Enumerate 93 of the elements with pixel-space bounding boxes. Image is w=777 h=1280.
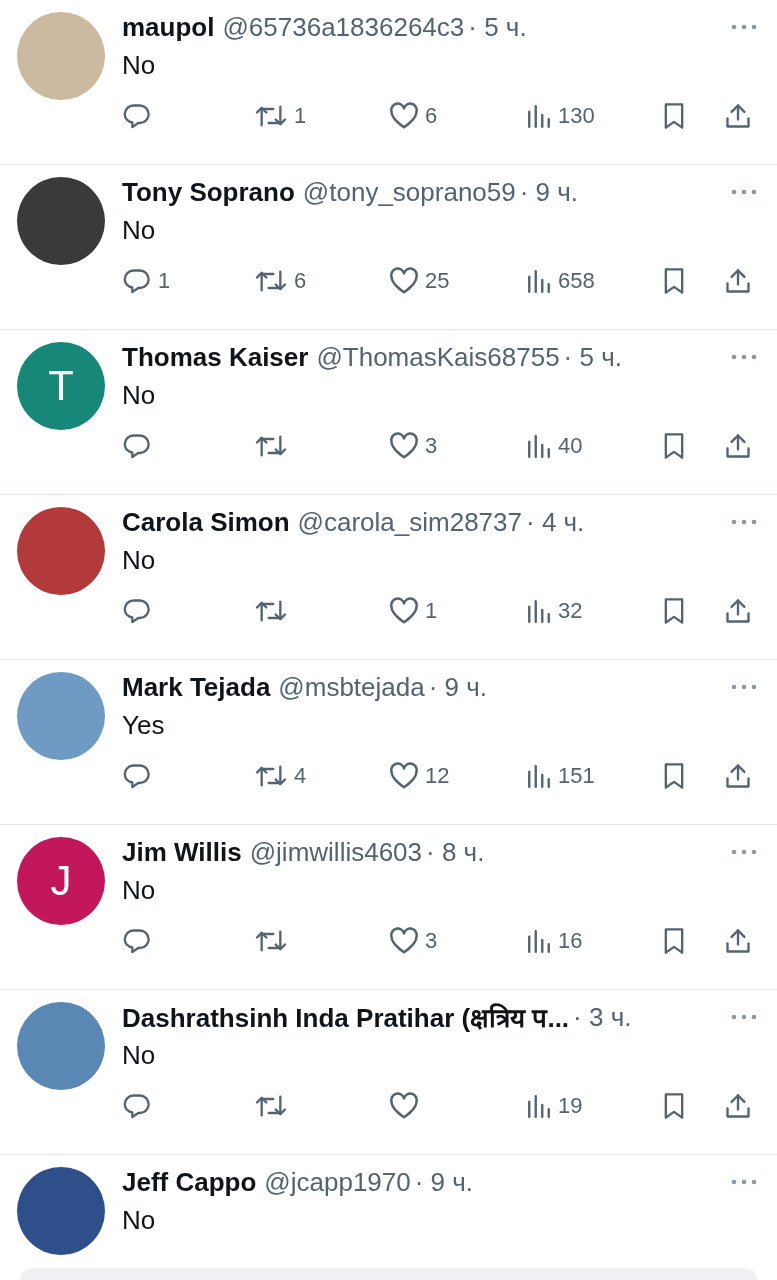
user-handle[interactable]: @65736a1836264c3	[222, 11, 465, 43]
user-handle[interactable]: @tony_soprano59	[302, 176, 516, 208]
reply-icon[interactable]	[122, 762, 152, 790]
post-time: · 9 ч.	[428, 671, 488, 703]
views-icon[interactable]	[526, 103, 552, 129]
bookmark-icon[interactable]	[662, 432, 686, 460]
post-time: · 9 ч.	[519, 176, 579, 208]
reply-icon[interactable]	[122, 267, 152, 295]
view-count: 16	[558, 928, 583, 954]
bookmark-icon[interactable]	[662, 927, 686, 955]
heart-icon[interactable]	[389, 102, 419, 130]
reply-count: 1	[158, 268, 171, 294]
more-icon[interactable]	[731, 683, 757, 691]
view-count: 32	[558, 598, 583, 624]
view-count: 19	[558, 1093, 583, 1119]
post-text: No	[122, 1040, 157, 1070]
post-text: Yes	[122, 710, 166, 740]
more-icon[interactable]	[731, 23, 757, 31]
user-name[interactable]: Tony Soprano	[122, 176, 295, 208]
view-count: 40	[558, 433, 583, 459]
user-handle[interactable]: @jcapp1970	[264, 1166, 411, 1198]
like-count: 12	[425, 763, 450, 789]
heart-icon[interactable]	[389, 927, 419, 955]
post-time: · 9 ч.	[414, 1166, 474, 1198]
user-name[interactable]: Dashrathsinh Inda Pratihar (क्षत्रिय प...	[122, 999, 570, 1035]
user-handle[interactable]: @jimwillis4603	[249, 836, 423, 868]
more-icon[interactable]	[731, 188, 757, 196]
like-count: 25	[425, 268, 450, 294]
views-icon[interactable]	[526, 928, 552, 954]
view-count: 658	[558, 268, 595, 294]
more-icon[interactable]	[731, 353, 757, 361]
bookmark-icon[interactable]	[662, 762, 686, 790]
user-name[interactable]: Thomas Kaiser	[122, 341, 309, 373]
like-count: 1	[425, 598, 438, 624]
heart-icon[interactable]	[389, 1092, 419, 1120]
user-handle[interactable]: @ThomasKais68755	[316, 341, 560, 373]
views-icon[interactable]	[526, 1093, 552, 1119]
heart-icon[interactable]	[389, 432, 419, 460]
user-name[interactable]: maupol	[122, 11, 215, 43]
repost-count: 4	[294, 763, 307, 789]
share-icon[interactable]	[724, 267, 752, 295]
post-time: · 5 ч.	[563, 341, 622, 373]
view-count: 151	[558, 763, 595, 789]
views-icon[interactable]	[526, 433, 552, 459]
post-text: No	[122, 380, 157, 410]
bookmark-icon[interactable]	[662, 597, 686, 625]
share-icon[interactable]	[724, 432, 752, 460]
heart-icon[interactable]	[389, 267, 419, 295]
share-icon[interactable]	[724, 762, 752, 790]
reply-icon[interactable]	[122, 102, 152, 130]
like-count: 6	[425, 103, 438, 129]
share-icon[interactable]	[724, 1092, 752, 1120]
avatar[interactable]: T	[17, 342, 105, 430]
like-count: 3	[425, 928, 438, 954]
user-name[interactable]: Mark Tejada	[122, 671, 271, 703]
share-icon[interactable]	[724, 102, 752, 130]
share-icon[interactable]	[724, 597, 752, 625]
post-time: · 4 ч.	[526, 506, 585, 538]
heart-icon[interactable]	[389, 762, 419, 790]
post-text: No	[122, 545, 157, 575]
bookmark-icon[interactable]	[662, 102, 686, 130]
repost-count: 6	[294, 268, 307, 294]
user-handle[interactable]: @carola_sim28737	[297, 506, 522, 538]
more-icon[interactable]	[731, 1178, 757, 1186]
post-text: No	[122, 215, 157, 245]
user-name[interactable]: Jeff Cappo	[122, 1166, 257, 1198]
post-text: No	[122, 50, 157, 80]
heart-icon[interactable]	[389, 597, 419, 625]
repost-count: 1	[294, 103, 307, 129]
user-name[interactable]: Jim Willis	[122, 836, 242, 868]
post-time: · 8 ч.	[426, 836, 485, 868]
bookmark-icon[interactable]	[662, 1092, 686, 1120]
share-icon[interactable]	[724, 927, 752, 955]
more-icon[interactable]	[731, 518, 757, 526]
user-name[interactable]: Carola Simon	[122, 506, 290, 538]
bookmark-icon[interactable]	[662, 267, 686, 295]
post-text: No	[122, 1205, 157, 1235]
post-time: · 3 ч.	[573, 1001, 632, 1033]
view-count: 130	[558, 103, 595, 129]
reply-icon[interactable]	[122, 1092, 152, 1120]
avatar[interactable]: J	[17, 837, 105, 925]
reply-icon[interactable]	[122, 432, 152, 460]
views-icon[interactable]	[526, 268, 552, 294]
reply-icon[interactable]	[122, 927, 152, 955]
views-icon[interactable]	[526, 598, 552, 624]
more-icon[interactable]	[731, 1013, 757, 1021]
post-time: · 5 ч.	[468, 11, 527, 43]
post-text: No	[122, 875, 157, 905]
more-icon[interactable]	[731, 848, 757, 856]
views-icon[interactable]	[526, 763, 552, 789]
like-count: 3	[425, 433, 438, 459]
reply-icon[interactable]	[122, 597, 152, 625]
user-handle[interactable]: @msbtejada	[278, 671, 425, 703]
